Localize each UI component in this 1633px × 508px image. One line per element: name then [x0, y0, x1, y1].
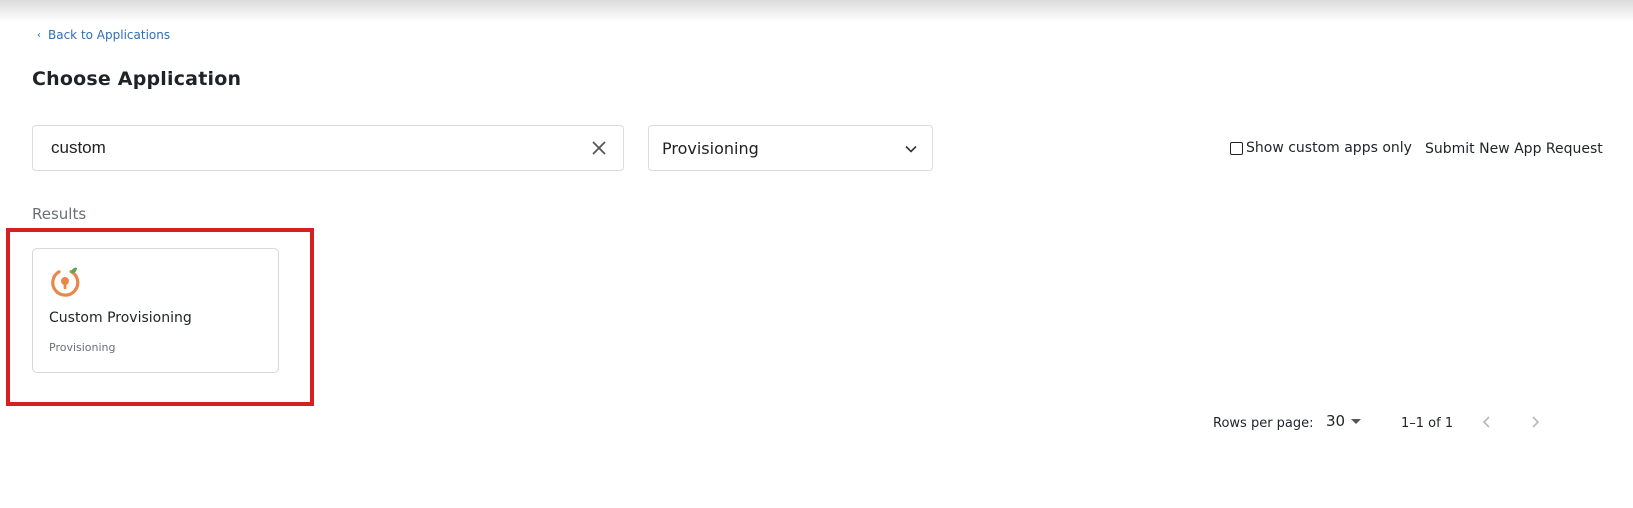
rows-per-page-label: Rows per page: — [1213, 416, 1314, 431]
show-custom-apps-toggle[interactable]: Show custom apps only — [1230, 140, 1412, 156]
search-input[interactable] — [49, 137, 573, 159]
page: ‹ Back to Applications Choose Applicatio… — [0, 0, 1633, 508]
page-range-label: 1–1 of 1 — [1401, 416, 1454, 431]
back-to-applications-link[interactable]: ‹ Back to Applications — [37, 28, 170, 42]
caret-down-icon — [1351, 418, 1362, 424]
show-custom-apps-label: Show custom apps only — [1246, 140, 1412, 156]
app-name: Custom Provisioning — [49, 310, 192, 326]
category-select-value: Provisioning — [662, 138, 759, 158]
rows-per-page-select[interactable]: 30 — [1326, 412, 1362, 430]
search-field[interactable] — [32, 125, 624, 171]
top-bar-shadow — [0, 0, 1633, 22]
back-link-label: Back to Applications — [48, 28, 171, 42]
results-label: Results — [32, 205, 87, 223]
category-select[interactable]: Provisioning — [648, 125, 933, 171]
chevron-left-icon: ‹ — [37, 29, 41, 41]
submit-new-app-request-button[interactable]: Submit New App Request — [1425, 141, 1603, 157]
app-card-custom-provisioning[interactable]: Custom Provisioning Provisioning — [32, 248, 279, 373]
app-category: Provisioning — [49, 341, 116, 354]
keyhole-provisioning-icon — [51, 267, 80, 297]
next-page-icon[interactable] — [1527, 414, 1543, 430]
clear-search-icon[interactable] — [589, 138, 609, 158]
show-custom-apps-checkbox[interactable] — [1230, 141, 1243, 155]
chevron-down-icon — [905, 145, 917, 153]
rows-per-page-value: 30 — [1326, 412, 1346, 430]
previous-page-icon[interactable] — [1479, 414, 1495, 430]
page-title: Choose Application — [32, 68, 242, 90]
